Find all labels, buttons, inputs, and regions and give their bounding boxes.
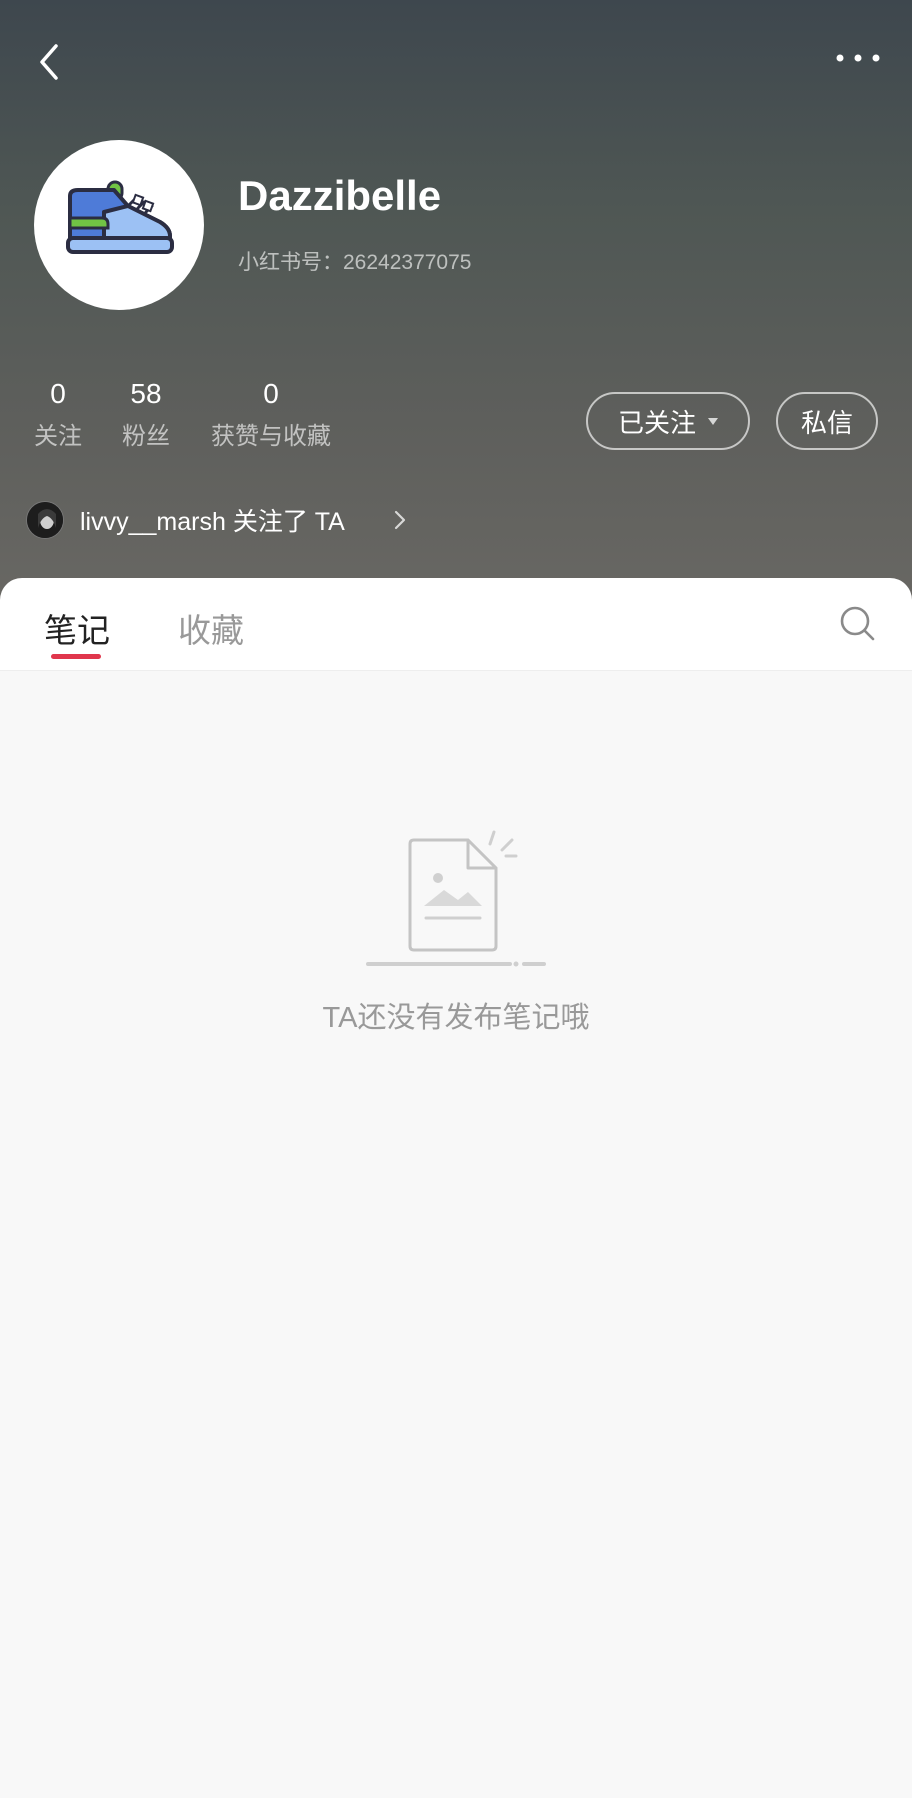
followed-by-row[interactable]: livvy__marsh 关注了 TA [26, 500, 426, 540]
chevron-right-icon [394, 510, 406, 530]
followed-by-text: livvy__marsh 关注了 TA [80, 502, 345, 538]
following-button[interactable]: 已关注 [586, 392, 750, 450]
stat-following[interactable]: 0 关注 [28, 376, 88, 454]
follower-avatar [26, 501, 64, 539]
likes-saves-count: 0 [263, 378, 279, 409]
back-button[interactable] [28, 34, 72, 90]
user-id-label: 小红书号： [238, 251, 343, 274]
search-button[interactable] [838, 604, 878, 644]
message-button[interactable]: 私信 [776, 392, 878, 450]
following-label: 关注 [34, 423, 82, 450]
caret-down-icon [708, 417, 718, 425]
more-button[interactable] [826, 40, 890, 76]
stat-likes-saves[interactable]: 0 获赞与收藏 [206, 376, 336, 454]
stat-followers[interactable]: 58 粉丝 [114, 376, 178, 454]
user-id-value: 26242377075 [343, 251, 472, 274]
empty-notes-illustration [366, 830, 546, 967]
following-button-label: 已关注 [617, 407, 696, 438]
content-tabs: 笔记 收藏 [0, 578, 912, 671]
profile-header: Dazzibelle 小红书号：26242377075 0 关注 58 粉丝 0… [0, 0, 912, 600]
empty-state-message: TA还没有发布笔记哦 [322, 1002, 590, 1034]
likes-saves-label: 获赞与收藏 [211, 423, 331, 450]
follower-username: livvy__marsh [80, 508, 226, 536]
tab-notes[interactable]: 笔记 [44, 604, 110, 652]
followers-label: 粉丝 [122, 423, 170, 450]
sneaker-icon [66, 180, 174, 254]
following-count: 0 [50, 378, 66, 409]
profile-avatar[interactable] [34, 140, 204, 310]
more-dots-icon [836, 54, 880, 62]
message-button-label: 私信 [800, 407, 853, 438]
followers-count: 58 [130, 378, 162, 409]
tab-saved[interactable]: 收藏 [178, 604, 244, 652]
search-icon [840, 606, 875, 641]
chevron-left-icon [40, 44, 58, 80]
user-id: 小红书号：26242377075 [238, 246, 471, 276]
followed-suffix: 关注了 TA [225, 508, 345, 536]
active-tab-indicator [51, 654, 101, 659]
username: Dazzibelle [238, 172, 442, 219]
